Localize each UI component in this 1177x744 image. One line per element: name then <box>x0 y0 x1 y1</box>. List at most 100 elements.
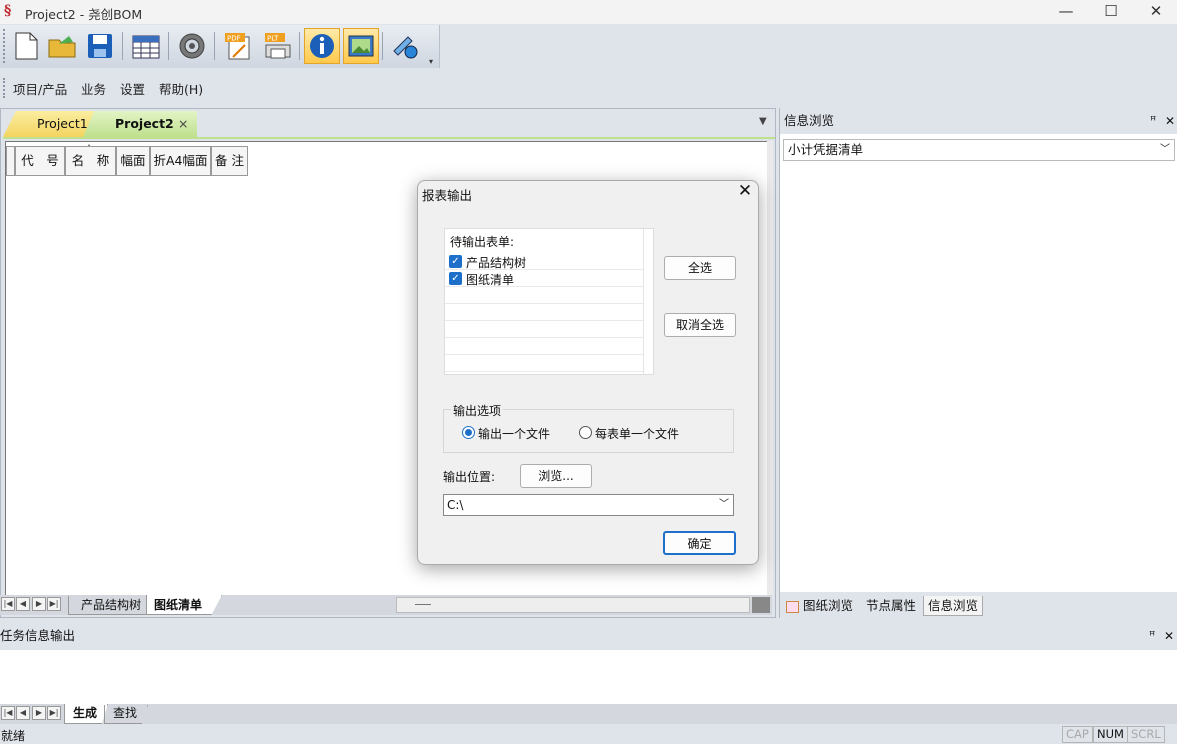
tab-project2[interactable]: Project2 × <box>83 111 197 137</box>
status-text: 就绪 <box>1 729 26 743</box>
chevron-down-icon: ﹀ <box>1160 144 1170 155</box>
horizontal-scrollbar[interactable] <box>396 597 750 613</box>
app-logo-icon: § <box>4 3 12 19</box>
pin-icon[interactable]: ꟸ <box>1150 108 1156 134</box>
empty-row <box>445 304 643 321</box>
menu-bar: 项目/产品 业务 设置 帮助(H) <box>0 74 1177 102</box>
sheet-tab-drawing-list[interactable]: 图纸清单 <box>146 595 222 615</box>
chevron-down-icon: ﹀ <box>719 499 729 510</box>
save-icon[interactable] <box>82 28 118 64</box>
settings-gear-icon[interactable] <box>174 28 210 64</box>
prev-sheet-icon[interactable]: ◀ <box>16 597 30 611</box>
output-path-select[interactable]: C:\ ﹀ <box>443 494 734 516</box>
dialog-close-icon[interactable]: ✕ <box>734 181 756 201</box>
new-file-icon[interactable] <box>8 28 44 64</box>
pin-icon[interactable]: ꟸ <box>1149 624 1155 648</box>
list-item[interactable]: ✓ 产品结构树 <box>445 253 643 270</box>
drawing-browse-icon <box>786 600 799 613</box>
list-item-label: 图纸清单 <box>466 273 515 287</box>
info-type-select[interactable]: 小计凭据清单 ﹀ <box>783 139 1175 161</box>
ok-button[interactable]: 确定 <box>663 531 736 555</box>
output-path-value: C:\ <box>447 498 464 512</box>
task-output-title: 任务信息输出 <box>0 628 76 643</box>
empty-row <box>445 287 643 304</box>
menu-grip <box>3 78 5 98</box>
column-header-code[interactable]: 代 号 <box>15 146 65 176</box>
next-sheet-icon[interactable]: ▶ <box>32 597 46 611</box>
scroll-thumb[interactable] <box>415 604 431 605</box>
row-header-corner <box>6 146 15 176</box>
last-sheet-icon[interactable]: ▶| <box>47 597 61 611</box>
prev-sheet-icon[interactable]: ◀ <box>16 706 30 720</box>
browse-button[interactable]: 浏览... <box>520 464 592 488</box>
first-sheet-icon[interactable]: |◀ <box>1 706 15 720</box>
toolbar-separator <box>168 32 169 60</box>
minimize-button[interactable]: — <box>1043 0 1089 24</box>
info-type-value: 小计凭据清单 <box>788 142 864 157</box>
right-panel-tabs: 图纸浏览 节点属性 信息浏览 <box>780 592 1177 618</box>
radio-one-file-label[interactable]: 输出一个文件 <box>478 425 550 442</box>
tab-underline <box>3 137 775 139</box>
svg-text:PLT: PLT <box>267 35 279 43</box>
close-panel-icon[interactable]: ✕ <box>1165 108 1175 134</box>
toolbar-overflow-icon[interactable]: ▾ <box>429 57 433 66</box>
checkbox-checked-icon[interactable]: ✓ <box>449 272 462 285</box>
svg-text:PDF: PDF <box>227 35 241 43</box>
checkbox-checked-icon[interactable]: ✓ <box>449 255 462 268</box>
toolbar-grip[interactable] <box>3 29 6 63</box>
next-sheet-icon[interactable]: ▶ <box>32 706 46 720</box>
cap-indicator: CAP <box>1062 726 1093 743</box>
close-window-button[interactable]: ✕ <box>1133 0 1177 24</box>
list-divider <box>643 229 644 374</box>
sheet-tab-product-tree[interactable]: 产品结构树 <box>68 596 148 615</box>
task-output-header: 任务信息输出 ꟸ ✕ <box>0 624 1177 650</box>
tab-generate[interactable]: 生成 <box>64 704 108 724</box>
deselect-all-button[interactable]: 取消全选 <box>664 313 736 337</box>
tab-node-properties[interactable]: 节点属性 <box>866 596 916 616</box>
pdf-export-icon[interactable]: PDF <box>220 28 256 64</box>
scrl-indicator: SCRL <box>1127 726 1165 743</box>
scroll-corner <box>752 597 770 613</box>
close-tab-icon[interactable]: × <box>178 112 188 136</box>
plt-print-icon[interactable]: PLT <box>260 28 296 64</box>
first-sheet-icon[interactable]: |◀ <box>1 597 15 611</box>
info-icon[interactable] <box>304 28 340 64</box>
tab-find[interactable]: 查找 <box>104 705 148 724</box>
output-options-label: 输出选项 <box>451 402 504 419</box>
radio-one-file[interactable] <box>462 426 475 439</box>
toolbar-separator <box>299 32 300 60</box>
empty-row <box>445 338 643 355</box>
report-output-dialog: 报表输出 ✕ 待输出表单: ✓ 产品结构树 ✓ 图纸清单 全选 取消全选 输出选… <box>417 180 759 565</box>
image-view-icon[interactable] <box>343 28 379 64</box>
menu-settings[interactable]: 设置 <box>120 79 145 98</box>
radio-each-file[interactable] <box>579 426 592 439</box>
tab-drawing-browse[interactable]: 图纸浏览 <box>786 596 858 616</box>
tab-list-chevron-down-icon[interactable]: ▼ <box>759 116 767 127</box>
column-header-a4-format[interactable]: 折A4幅面 <box>150 146 211 176</box>
radio-each-file-label[interactable]: 每表单一个文件 <box>595 425 679 442</box>
num-indicator: NUM <box>1093 726 1128 743</box>
column-header-format[interactable]: 幅面 <box>116 146 150 176</box>
tab-drawing-browse-label: 图纸浏览 <box>802 598 853 613</box>
toolbar-separator <box>382 32 383 60</box>
output-location-label: 输出位置: <box>443 470 496 484</box>
tab-info-browse[interactable]: 信息浏览 <box>923 596 984 616</box>
menu-business[interactable]: 业务 <box>81 79 106 98</box>
info-panel-title: 信息浏览 <box>784 113 835 128</box>
grid-vertical-scrollbar[interactable] <box>767 141 773 597</box>
last-sheet-icon[interactable]: ▶| <box>47 706 61 720</box>
close-panel-icon[interactable]: ✕ <box>1164 624 1174 648</box>
maximize-button[interactable]: ☐ <box>1088 0 1134 24</box>
menu-help[interactable]: 帮助(H) <box>159 79 203 98</box>
form-list-box[interactable]: 待输出表单: ✓ 产品结构树 ✓ 图纸清单 <box>444 228 654 375</box>
task-tab-bar: |◀ ◀ ▶ ▶| 生成 查找 <box>0 704 1177 724</box>
menu-project[interactable]: 项目/产品 <box>13 79 67 98</box>
tab-project1[interactable]: Project1 <box>3 111 95 137</box>
select-all-button[interactable]: 全选 <box>664 256 736 280</box>
table-view-icon[interactable] <box>128 28 164 64</box>
toolbar-separator <box>214 32 215 60</box>
list-item[interactable]: ✓ 图纸清单 <box>445 270 643 287</box>
column-header-remark[interactable]: 备 注 <box>211 146 248 176</box>
tool-wizard-icon[interactable] <box>387 28 423 64</box>
open-folder-icon[interactable] <box>44 28 80 64</box>
